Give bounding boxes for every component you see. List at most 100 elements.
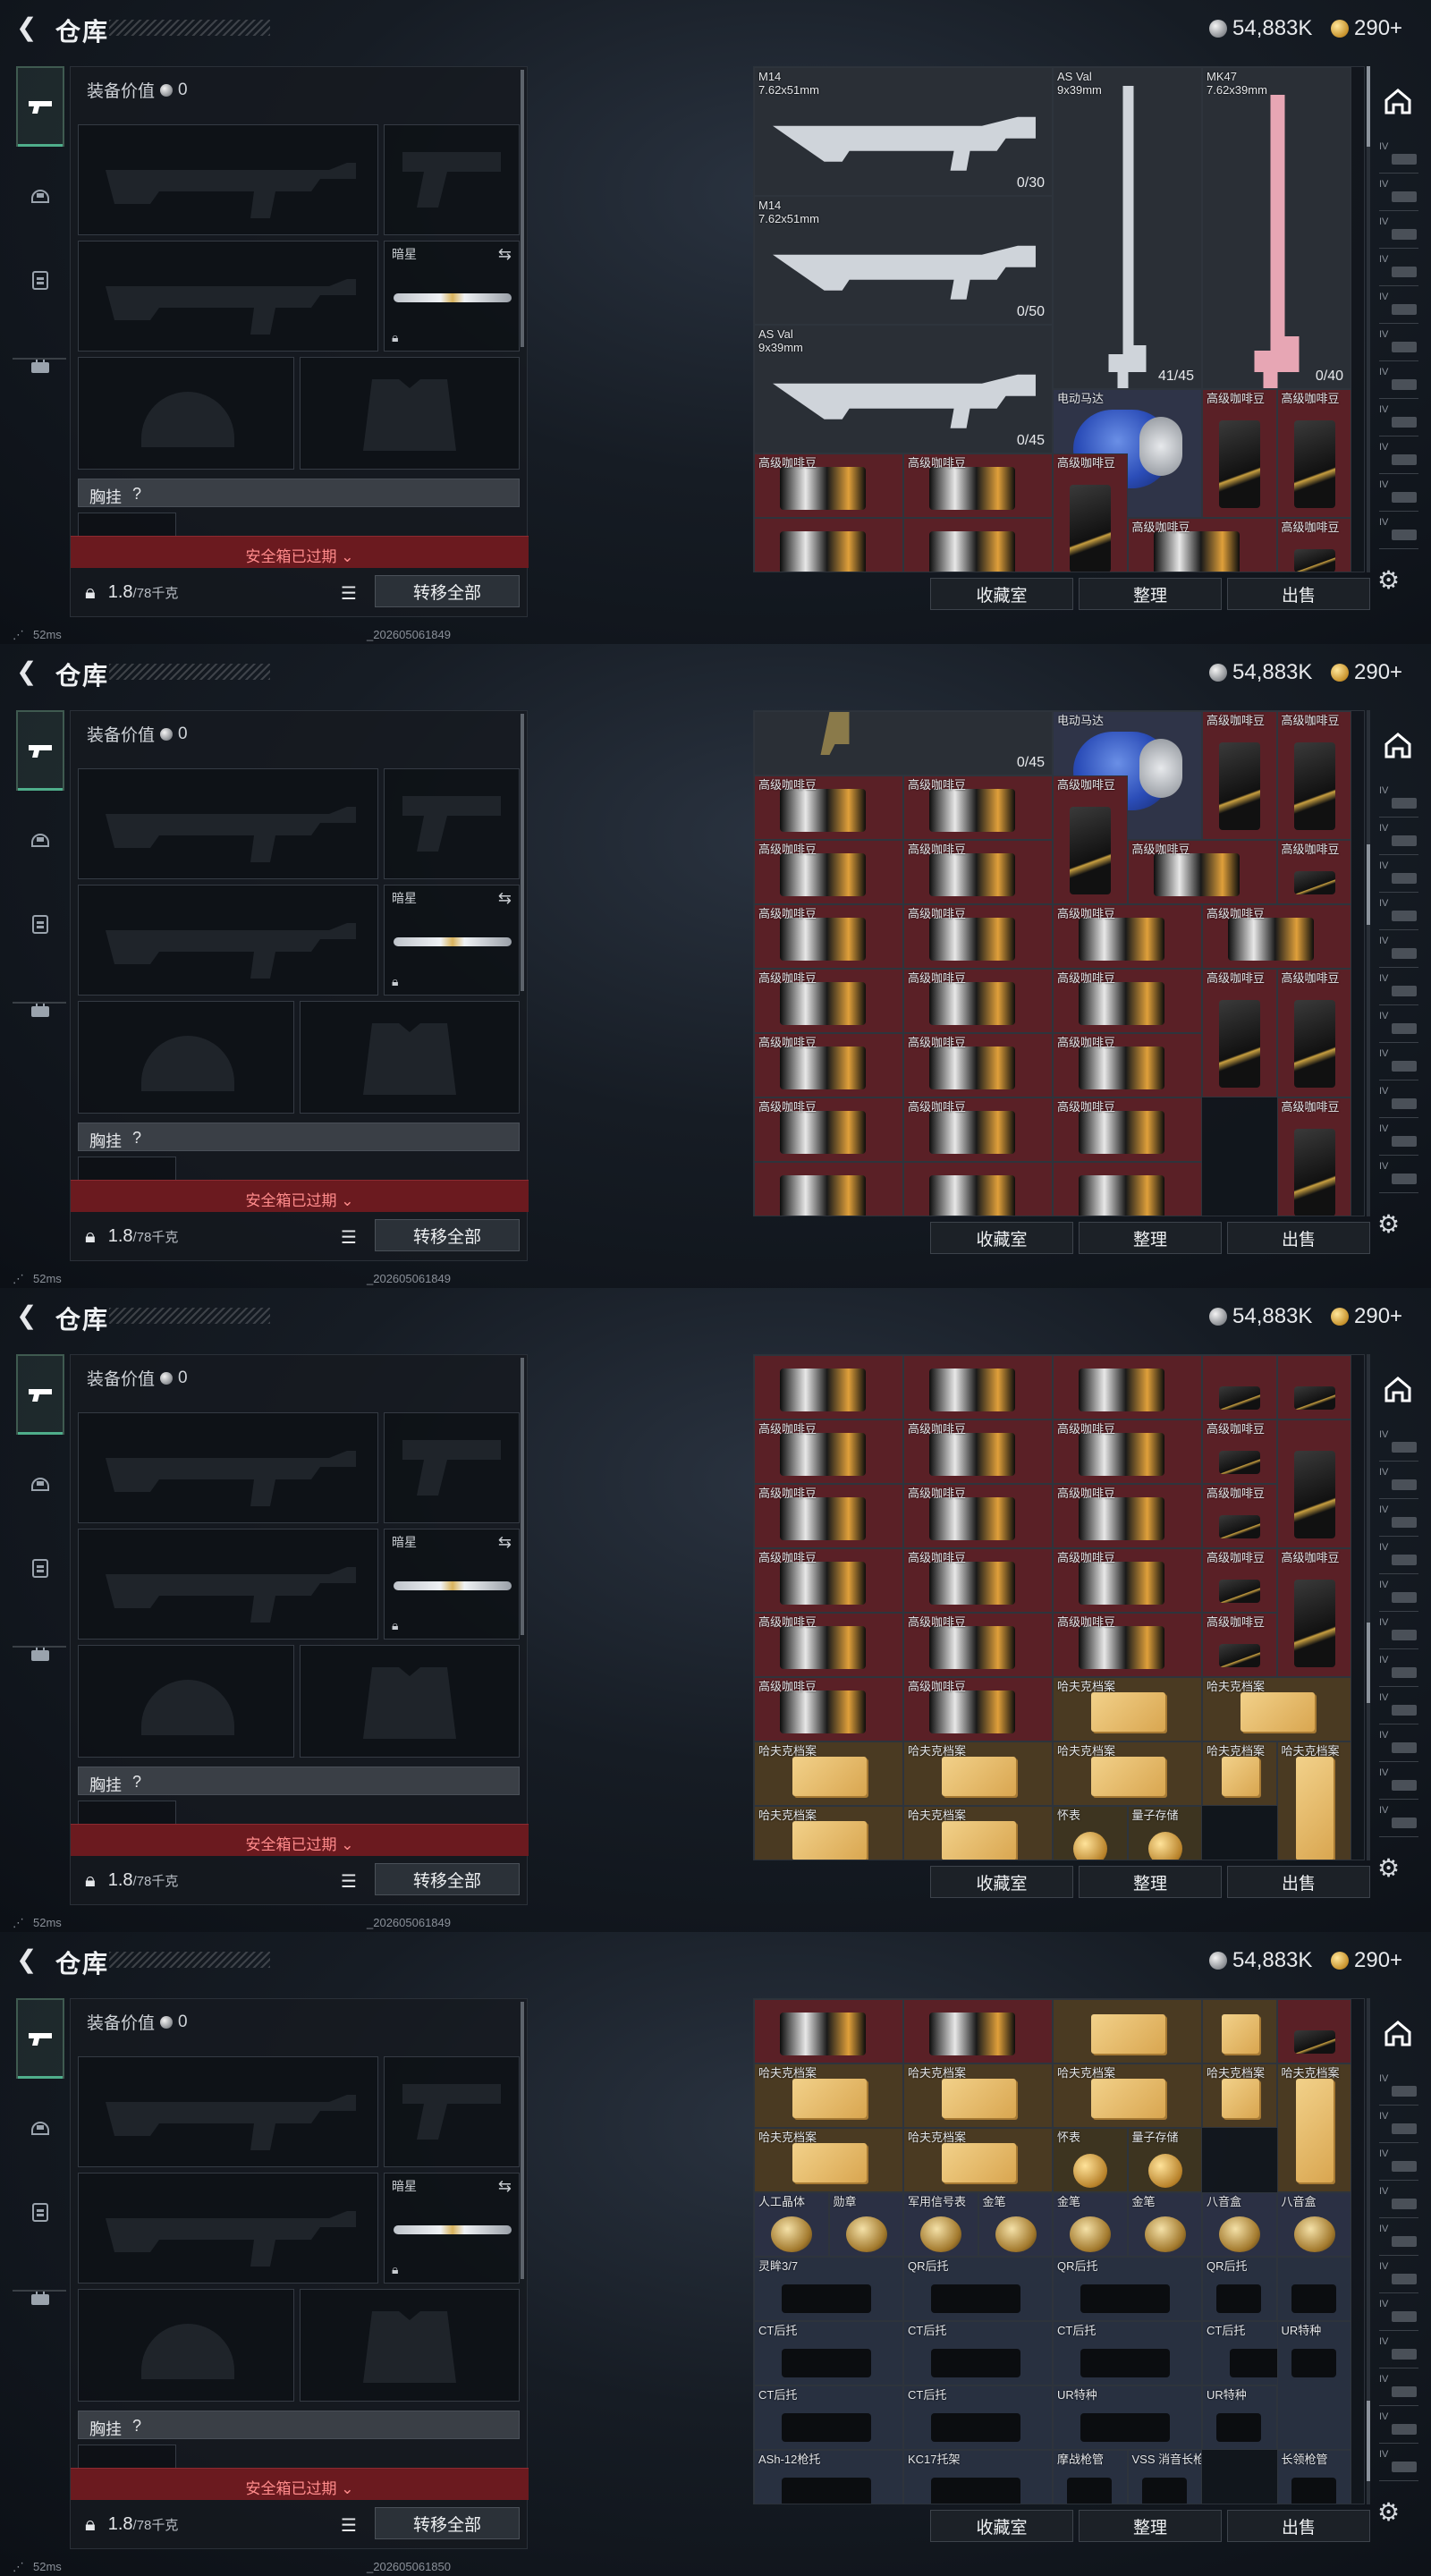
gear-icon[interactable]: ⚙ <box>1377 1853 1400 1883</box>
chest-rig-bar[interactable]: 胸挂 ? <box>78 1767 520 1795</box>
stash-item-coffee[interactable]: 高级咖啡豆 <box>1276 969 1351 1097</box>
container-item[interactable]: IV <box>1379 141 1418 174</box>
melee-slot[interactable]: 暗星 ⇆ 🔒︎ <box>384 1529 520 1640</box>
container-item[interactable]: IV <box>1379 1542 1418 1574</box>
stash-item-attach[interactable]: 摩战枪管 <box>1053 2450 1128 2504</box>
container-item[interactable]: IV <box>1379 1655 1418 1687</box>
container-item[interactable]: IV <box>1379 1011 1418 1043</box>
pistol-icon[interactable] <box>16 710 64 791</box>
melee-slot[interactable]: 暗星 ⇆ 🔒︎ <box>384 241 520 352</box>
stash-item-coffee[interactable]: 高级咖啡豆 <box>1202 1613 1277 1677</box>
stash-item-coffee[interactable]: 高级咖啡豆 <box>1202 389 1277 518</box>
collection-button[interactable]: 收藏室 <box>930 1866 1073 1898</box>
container-item[interactable]: IV <box>1379 860 1418 893</box>
stash-item-coffee[interactable]: 高级咖啡豆 <box>1053 969 1202 1033</box>
stash-item-attach[interactable]: UR特种 <box>1276 2321 1351 2450</box>
swap-icon[interactable]: ⇆ <box>498 889 512 908</box>
stash-item-coffee[interactable]: 高级咖啡豆 <box>754 1613 903 1677</box>
stash-item-folder[interactable]: 哈夫克档案 <box>1053 2063 1202 2128</box>
stash-scrollbar[interactable] <box>1367 66 1370 572</box>
container-item[interactable]: IV <box>1379 517 1418 549</box>
stash-item-coffee[interactable]: 高级咖啡豆 <box>903 1033 1053 1097</box>
swap-icon[interactable]: ⇆ <box>498 1533 512 1552</box>
transfer-all-button[interactable]: 转移全部 <box>375 575 520 607</box>
stash-item-coffee[interactable]: 高级咖啡豆 <box>903 840 1053 904</box>
primary-weapon-slot[interactable] <box>78 1412 378 1523</box>
container-item[interactable]: IV <box>1379 216 1418 249</box>
chest-rig-bar[interactable]: 胸挂 ? <box>78 1123 520 1151</box>
container-item[interactable]: IV <box>1379 367 1418 399</box>
gold-currency[interactable]: 290+ <box>1331 1304 1402 1329</box>
container-item[interactable]: IV <box>1379 2261 1418 2293</box>
stash-item-coffee[interactable]: 高级咖啡豆 <box>1202 1419 1277 1484</box>
stash-item-coffee[interactable]: 高级咖啡豆 <box>754 1419 903 1484</box>
briefcase-icon[interactable] <box>16 2258 64 2338</box>
stash-item-coffee[interactable]: 高级咖啡豆 <box>1276 389 1351 518</box>
stash-item-folder[interactable] <box>1053 1999 1202 2063</box>
vest-icon[interactable] <box>16 2172 64 2252</box>
secondary-weapon-slot[interactable] <box>384 124 520 235</box>
container-item[interactable]: IV <box>1379 1730 1418 1762</box>
stash-item-folder[interactable]: 哈夫克档案 <box>754 1741 903 1806</box>
stash-item-attach[interactable]: QR后托 <box>1202 2257 1277 2321</box>
stash-item-gold[interactable]: 怀表 <box>1053 2128 1128 2192</box>
transfer-all-button[interactable]: 转移全部 <box>375 1219 520 1251</box>
briefcase-icon[interactable] <box>16 1614 64 1694</box>
stash-item-attach[interactable] <box>1276 2257 1351 2321</box>
stash-item-attach[interactable]: 灵眸3/7 <box>754 2257 903 2321</box>
stash-item-blue[interactable]: 八音盒 <box>1276 2192 1351 2257</box>
container-item[interactable]: IV <box>1379 823 1418 855</box>
stash-item-coffee[interactable]: 高级咖啡豆 <box>903 969 1053 1033</box>
primary-weapon-slot[interactable] <box>78 768 378 879</box>
organize-button[interactable]: 整理 <box>1079 1222 1222 1254</box>
warehouse-icon[interactable] <box>1381 1374 1415 1408</box>
stash-item-weapon[interactable]: 0/45 <box>754 711 1053 775</box>
safebox-expired-banner[interactable]: 安全箱已过期 ⌄ <box>71 536 529 568</box>
briefcase-icon[interactable] <box>16 970 64 1050</box>
stash-item-coffee[interactable]: 高级咖啡豆 <box>1053 1548 1202 1613</box>
stash-item-attach[interactable]: UR特种 <box>1053 2385 1202 2450</box>
stash-item-folder[interactable]: 哈夫克档案 <box>1202 1677 1351 1741</box>
armor-slot[interactable] <box>300 1645 520 1758</box>
vest-icon[interactable] <box>16 1528 64 1608</box>
gold-currency[interactable]: 290+ <box>1331 660 1402 685</box>
armor-slot[interactable] <box>300 1001 520 1114</box>
helmet-slot[interactable] <box>78 2289 294 2402</box>
stash-item-coffee[interactable]: 高级咖啡豆 <box>1127 840 1277 904</box>
container-item[interactable]: IV <box>1379 1617 1418 1649</box>
stash-item-blue[interactable]: 人工晶体 <box>754 2192 829 2257</box>
stash-item-folder[interactable]: 哈夫克档案 <box>903 2063 1053 2128</box>
stash-item-blue[interactable]: 金笔 <box>1053 2192 1128 2257</box>
container-item[interactable]: IV <box>1379 329 1418 361</box>
stash-item-weapon[interactable]: 0/50 M14 7.62x51mm <box>754 196 1053 325</box>
helmet-icon[interactable] <box>16 156 64 236</box>
stash-item-coffee[interactable] <box>1276 1419 1351 1548</box>
container-item[interactable]: IV <box>1379 2374 1418 2406</box>
sell-button[interactable]: 出售 <box>1227 2510 1370 2542</box>
stash-item-coffee[interactable]: 高级咖啡豆 <box>1276 840 1351 904</box>
stash-item-folder[interactable]: 哈夫克档案 <box>1053 1677 1202 1741</box>
transfer-all-button[interactable]: 转移全部 <box>375 2507 520 2539</box>
stash-item-folder[interactable]: 哈夫克档案 <box>754 1806 903 1860</box>
helmet-slot[interactable] <box>78 1001 294 1114</box>
stash-item-coffee[interactable] <box>754 1355 903 1419</box>
container-item[interactable]: IV <box>1379 1580 1418 1612</box>
stash-item-folder[interactable]: 哈夫克档案 <box>1202 2063 1277 2128</box>
stash-item-coffee[interactable]: 高级咖啡豆 <box>1053 904 1202 969</box>
container-item[interactable]: IV <box>1379 254 1418 286</box>
organize-button[interactable]: 整理 <box>1079 578 1222 610</box>
melee-slot[interactable]: 暗星 ⇆ 🔒︎ <box>384 2173 520 2284</box>
warehouse-icon[interactable] <box>1381 2018 1415 2052</box>
warehouse-icon[interactable] <box>1381 730 1415 764</box>
gear-icon[interactable]: ⚙ <box>1377 1209 1400 1239</box>
stash-item-coffee[interactable]: 高级咖啡豆 <box>754 453 903 518</box>
swap-icon[interactable]: ⇆ <box>498 2177 512 2196</box>
stash-item-folder[interactable]: 哈夫克档案 <box>1276 1741 1351 1860</box>
transfer-all-button[interactable]: 转移全部 <box>375 1863 520 1895</box>
container-item[interactable]: IV <box>1379 1767 1418 1800</box>
stash-scrollbar[interactable] <box>1367 1998 1370 2504</box>
left-scrollbar[interactable] <box>521 2002 524 2279</box>
container-item[interactable]: IV <box>1379 1467 1418 1499</box>
stash-item-folder[interactable]: 哈夫克档案 <box>1202 1741 1277 1806</box>
container-item[interactable]: IV <box>1379 1504 1418 1537</box>
